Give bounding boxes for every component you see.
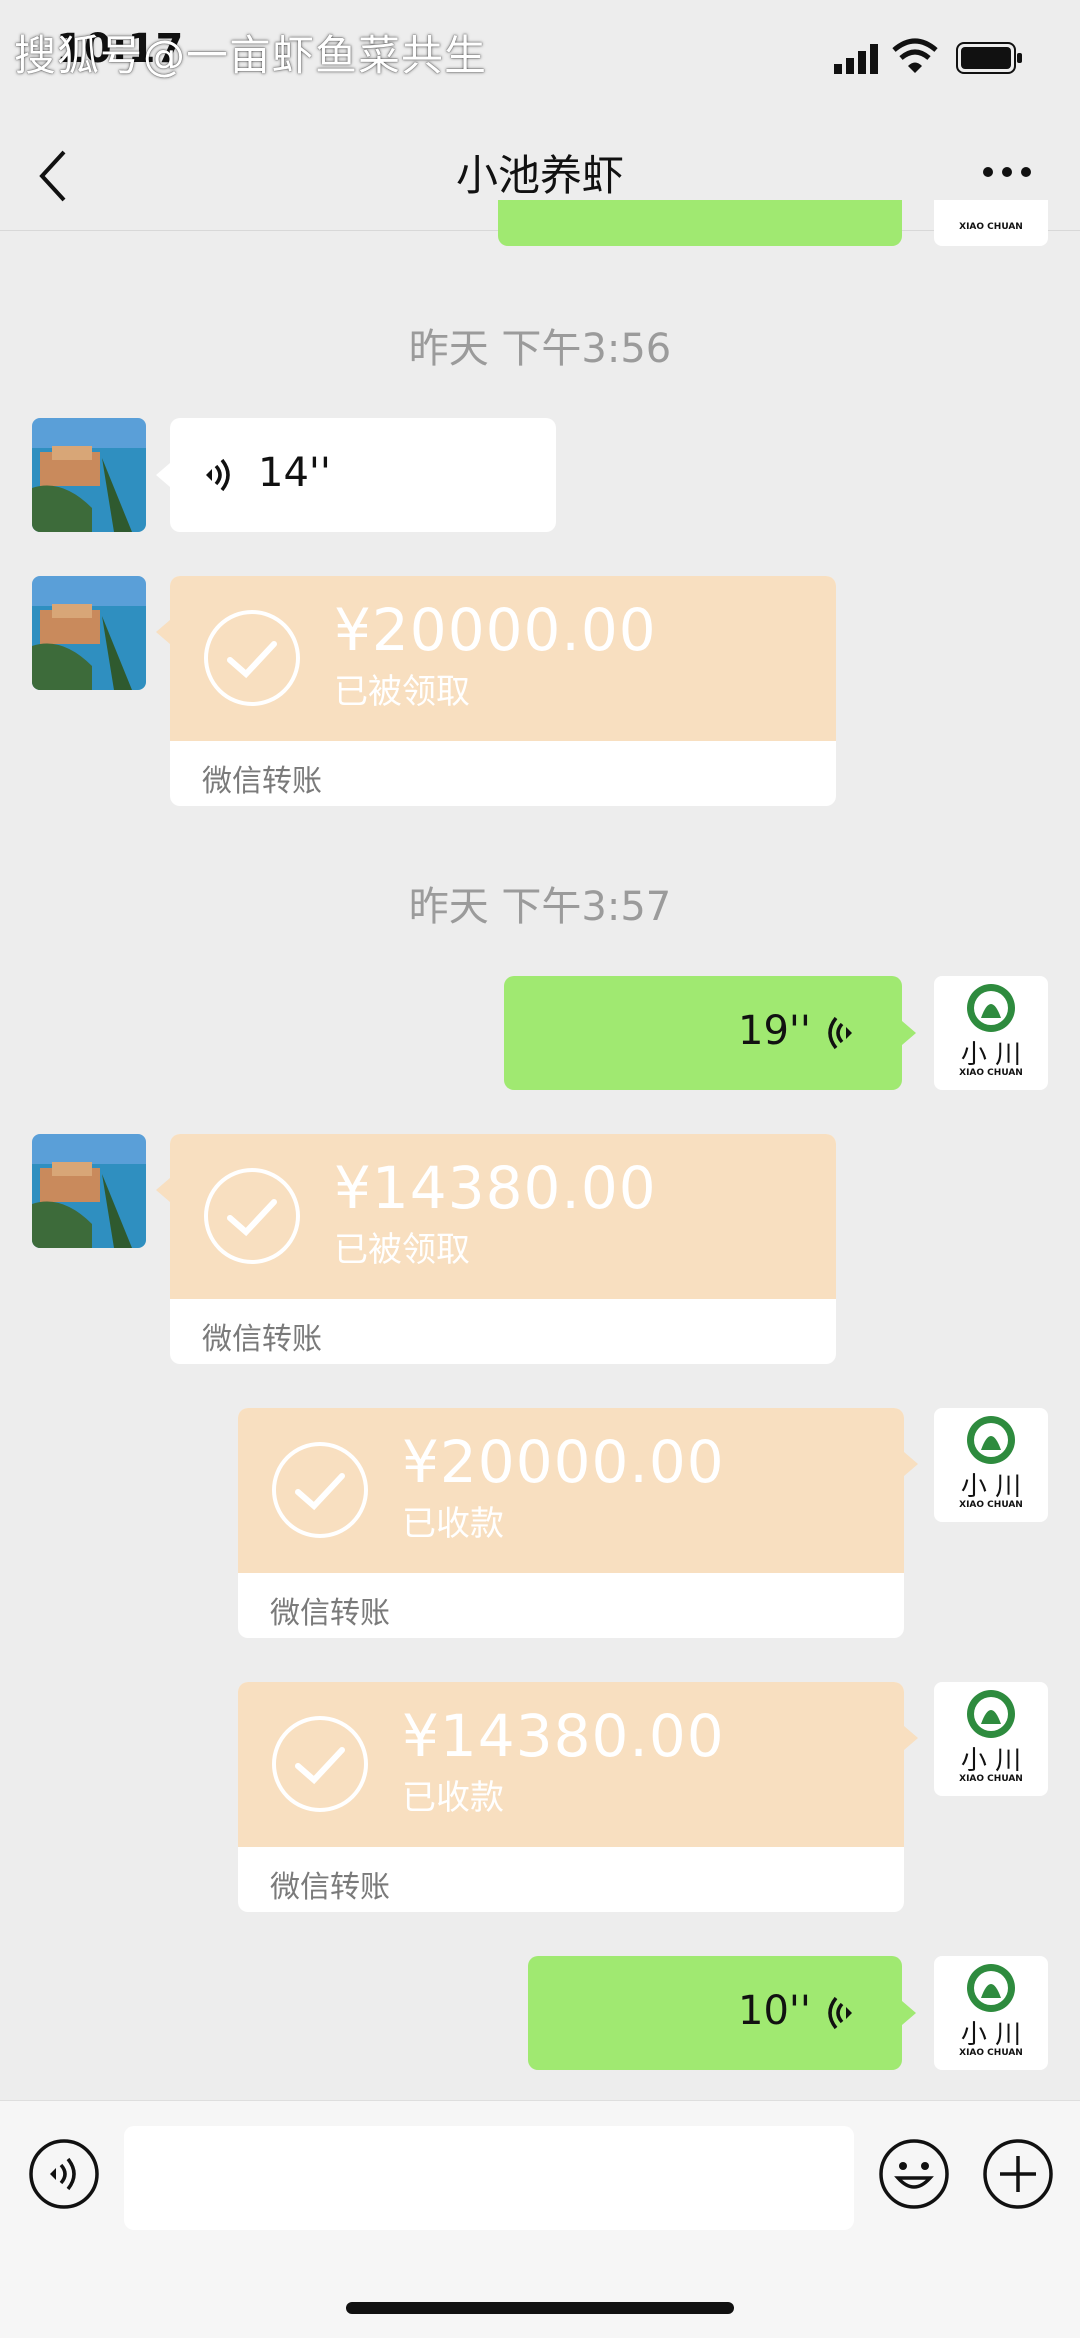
contact-avatar[interactable] [32,576,146,690]
voice-duration: 19'' [738,1008,811,1054]
transfer-label: 微信转账 [202,764,322,799]
signal-icon [834,44,878,74]
transfer-status: 已被领取 [334,672,470,712]
voice-wave-icon [828,1016,852,1050]
transfer-label: 微信转账 [270,1596,390,1631]
transfer-label: 微信转账 [202,1322,322,1357]
emoji-icon[interactable] [878,2138,950,2210]
contact-avatar-photo [32,576,146,690]
check-circle-icon [272,1442,368,1538]
plus-icon[interactable] [982,2138,1054,2210]
transfer-status: 已收款 [402,1778,504,1818]
contact-avatar[interactable] [32,1134,146,1248]
home-indicator[interactable] [346,2302,734,2314]
voice-input-icon[interactable] [28,2138,100,2210]
transfer-amount: ¥14380.00 [334,1154,657,1222]
more-icon[interactable] [980,164,1034,180]
transfer-card[interactable]: ¥14380.00 已收款 微信转账 [238,1682,904,1912]
transfer-card[interactable]: ¥20000.00 已收款 微信转账 [238,1408,904,1638]
contact-avatar-photo [32,418,146,532]
bubble-tail [156,620,170,644]
battery-icon [956,42,1022,74]
voice-wave-icon [206,458,230,492]
chat-title: 小池养虾 [455,151,624,200]
voice-wave-icon [828,1996,852,2030]
bubble-tail [902,2001,916,2025]
bubble-tail [156,463,170,487]
transfer-card[interactable]: ¥14380.00 已被领取 微信转账 [170,1134,836,1364]
voice-message-bubble[interactable]: 10'' [528,1956,902,2070]
message-input[interactable] [124,2126,854,2230]
my-avatar-partial[interactable]: XIAO CHUAN [934,200,1048,246]
voice-message-bubble[interactable]: 19'' [504,976,902,1090]
contact-avatar-photo [32,1134,146,1248]
check-circle-icon [204,1168,300,1264]
transfer-status: 已收款 [402,1504,504,1544]
watermark: 搜狐号@一亩虾鱼菜共生 [14,31,488,80]
timestamp: 昨天 下午3:57 [408,884,672,930]
timestamp: 昨天 下午3:56 [408,326,672,372]
my-avatar[interactable]: 小 川 XIAO CHUAN [934,1682,1048,1796]
transfer-label: 微信转账 [270,1870,390,1905]
contact-avatar[interactable] [32,418,146,532]
check-circle-icon [272,1716,368,1812]
my-avatar[interactable]: 小 川 XIAO CHUAN [934,976,1048,1090]
my-avatar[interactable]: 小 川 XIAO CHUAN [934,1956,1048,2070]
bubble-tail [902,1021,916,1045]
voice-message-bubble[interactable]: 14'' [170,418,556,532]
transfer-amount: ¥20000.00 [334,596,657,664]
check-circle-icon [204,610,300,706]
bubble-tail [156,1178,170,1202]
my-avatar[interactable]: 小 川 XIAO CHUAN [934,1408,1048,1522]
wifi-icon [892,38,938,73]
voice-duration: 10'' [738,1988,811,2034]
transfer-card[interactable]: ¥20000.00 已被领取 微信转账 [170,576,836,806]
voice-duration: 14'' [258,450,331,496]
bubble-tail [904,1726,918,1750]
previous-voice-bubble[interactable] [498,200,902,246]
transfer-status: 已被领取 [334,1230,470,1270]
transfer-amount: ¥14380.00 [402,1702,725,1770]
bubble-tail [904,1452,918,1476]
transfer-amount: ¥20000.00 [402,1428,725,1496]
